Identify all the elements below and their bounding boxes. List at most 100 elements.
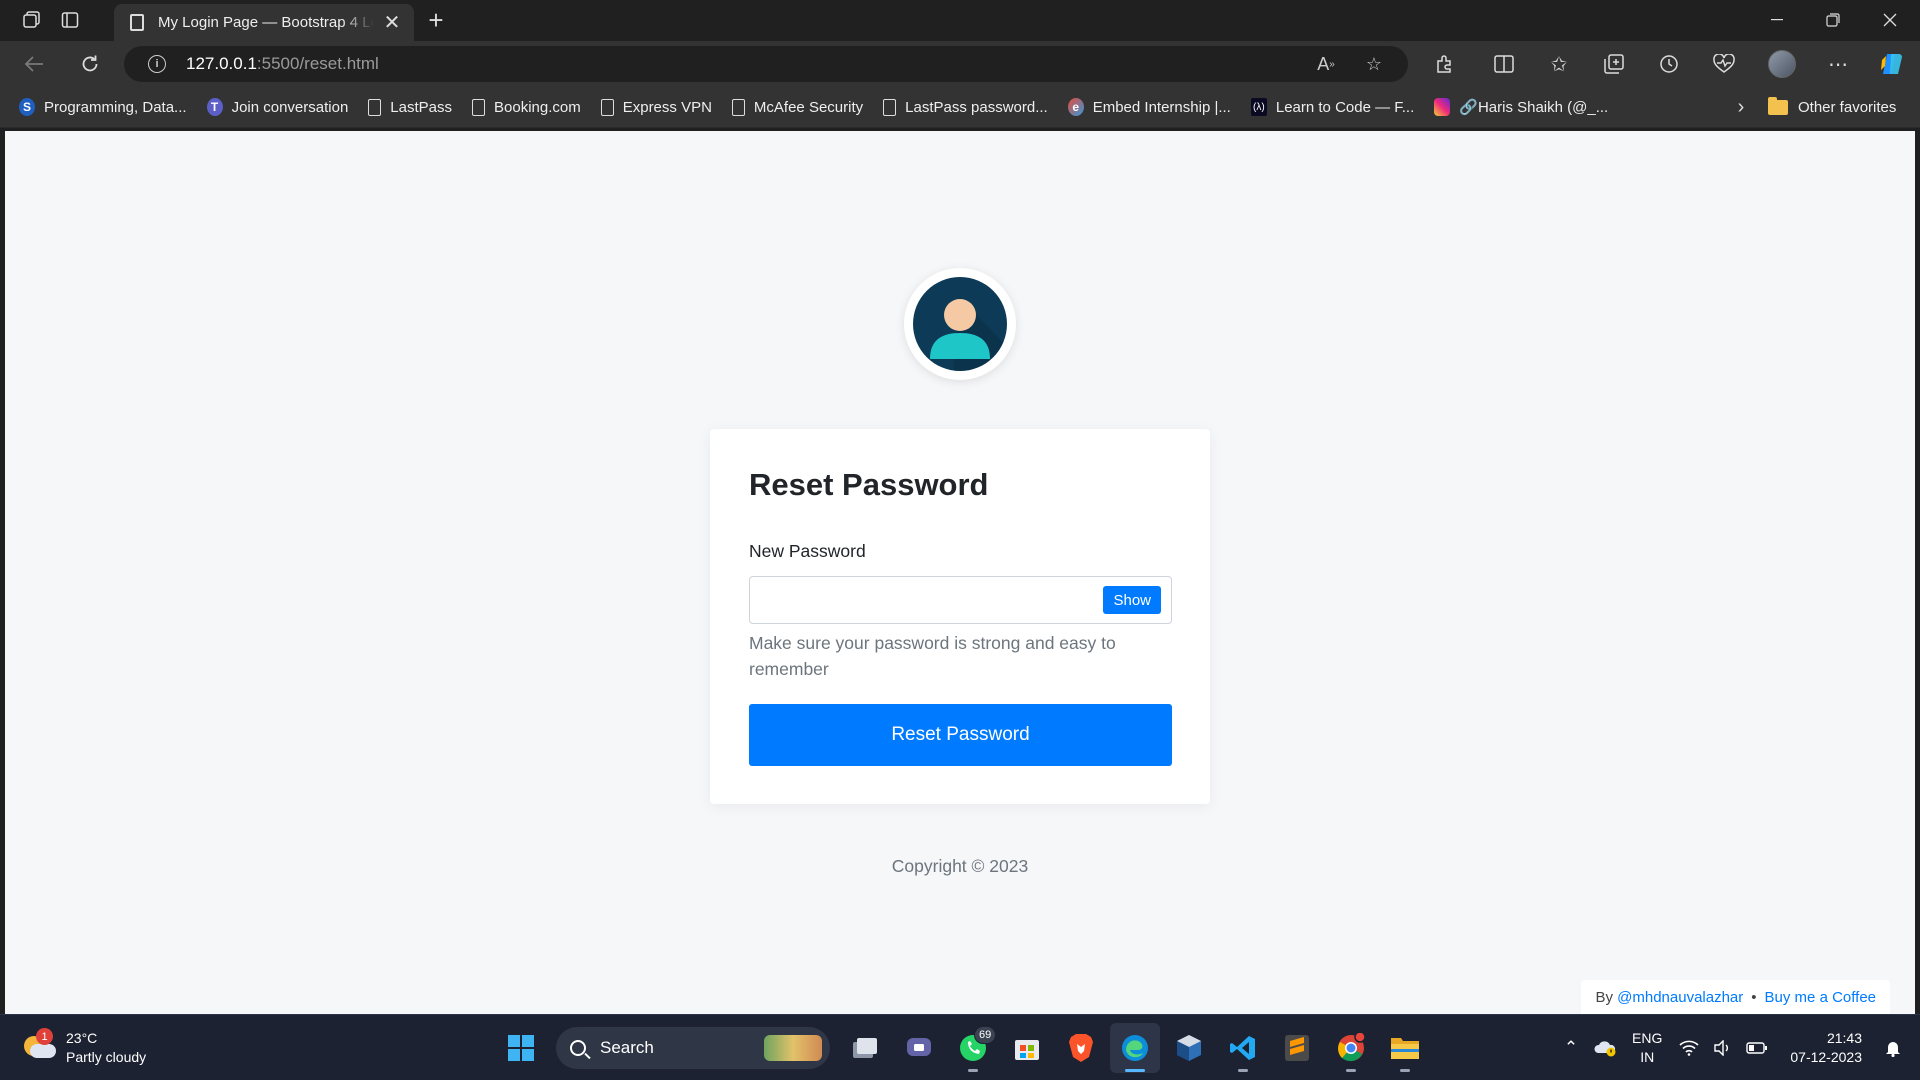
battery-icon[interactable] (1740, 1028, 1774, 1068)
search-label: Search (600, 1038, 654, 1057)
favorite-item[interactable]: Booking.com (464, 92, 589, 122)
chevron-right-icon[interactable]: › (1726, 92, 1756, 122)
favorite-item[interactable]: T Join conversation (199, 92, 357, 122)
wifi-icon[interactable] (1672, 1028, 1706, 1068)
cube-app-icon (1177, 1035, 1201, 1061)
extensions-icon[interactable] (1426, 48, 1462, 80)
site-info-icon[interactable]: i (148, 55, 166, 73)
read-aloud-icon[interactable]: A» (1302, 48, 1350, 80)
taskbar-search[interactable]: Search (556, 1027, 830, 1069)
close-window-button[interactable] (1862, 0, 1918, 40)
taskbar-apps: Search 69 (494, 1023, 1432, 1073)
favorite-item[interactable]: S Programming, Data... (11, 92, 195, 122)
minimize-button[interactable] (1749, 0, 1805, 40)
workspaces-icon[interactable] (12, 4, 52, 36)
teams-chat-app[interactable] (894, 1023, 944, 1073)
split-screen-icon[interactable] (1486, 48, 1522, 80)
file-explorer-icon (1391, 1038, 1419, 1059)
copilot-icon[interactable] (1874, 48, 1910, 80)
avatar (904, 268, 1016, 380)
browser-essentials-icon[interactable] (1706, 48, 1742, 80)
time: 21:43 (1826, 1030, 1862, 1046)
whatsapp-badge: 69 (974, 1026, 997, 1044)
page-icon (472, 98, 485, 116)
tab-actions-icon[interactable] (50, 4, 90, 36)
page-icon (368, 98, 382, 116)
author-link[interactable]: @mhdnauvalazhar (1617, 989, 1743, 1006)
favorite-item[interactable]: Express VPN (593, 92, 720, 122)
folder-icon (1768, 96, 1788, 115)
input-language[interactable]: ENG IN (1632, 1029, 1662, 1067)
reset-password-button[interactable]: Reset Password (749, 704, 1172, 766)
credit-separator: • (1751, 988, 1757, 1006)
notification-bell-icon[interactable] (1876, 1028, 1910, 1068)
language-code: ENG (1632, 1030, 1663, 1046)
favorite-item[interactable]: (λ) Learn to Code — F... (1243, 92, 1422, 122)
sublime-app[interactable] (1272, 1023, 1322, 1073)
favorite-item[interactable]: LastPass password... (875, 92, 1056, 122)
close-tab-icon[interactable]: ✕ (380, 11, 404, 35)
edge-icon (1122, 1035, 1148, 1061)
page-icon (600, 98, 614, 116)
weather-widget[interactable]: 1 23°C Partly cloudy (22, 1028, 147, 1067)
refresh-icon[interactable] (72, 48, 108, 80)
page-viewport: Reset Password New Password Show Make su… (5, 131, 1915, 1014)
new-password-group: Show (749, 576, 1172, 624)
chrome-icon (1338, 1033, 1366, 1062)
freecodecamp-icon: (λ) (1250, 98, 1267, 116)
windows-taskbar: 1 23°C Partly cloudy Search 69 ⌃ ENG IN … (0, 1014, 1920, 1080)
credit-by: By (1595, 988, 1613, 1006)
sublime-text-icon (1285, 1035, 1309, 1061)
favorite-item[interactable]: e Embed Internship |... (1060, 92, 1239, 122)
file-explorer-app[interactable] (1380, 1023, 1430, 1073)
weather-description: Partly cloudy (66, 1049, 147, 1065)
search-highlight-image (764, 1035, 822, 1061)
collections-icon[interactable] (1596, 48, 1632, 80)
embed-icon: e (1067, 98, 1084, 116)
favorite-item[interactable]: LastPass (360, 92, 460, 122)
address-bar[interactable]: i 127.0.0.1:5500/reset.html A» ☆ (124, 46, 1408, 82)
history-icon[interactable] (1651, 48, 1687, 80)
favorite-item[interactable]: McAfee Security (724, 92, 871, 122)
chevron-up-icon[interactable]: ⌃ (1554, 1028, 1588, 1068)
favorite-item[interactable]: 🔗Haris Shaikh (@_... (1426, 92, 1616, 122)
url-text[interactable]: 127.0.0.1:5500/reset.html (186, 54, 379, 74)
edge-app[interactable] (1110, 1023, 1160, 1073)
tab-title: My Login Page — Bootstrap 4 Login Page S… (158, 14, 374, 31)
volume-icon[interactable] (1706, 1028, 1740, 1068)
page-icon (883, 98, 897, 116)
vscode-icon (1230, 1036, 1255, 1060)
copyright-text: Copyright © 2023 (891, 856, 1029, 876)
restore-button[interactable] (1805, 0, 1861, 40)
new-tab-button[interactable]: + (420, 4, 452, 36)
favorites-icon[interactable]: ✩ (1541, 48, 1577, 80)
new-password-label: New Password (749, 541, 866, 561)
task-view-button[interactable] (840, 1023, 890, 1073)
more-options-icon[interactable]: ⋯ (1820, 48, 1856, 80)
system-tray: ⌃ ENG IN 21:43 07-12-2023 (1554, 1015, 1920, 1080)
task-view-icon (853, 1038, 877, 1058)
s-logo-icon: S (19, 98, 35, 116)
add-favorite-icon[interactable]: ☆ (1350, 48, 1398, 80)
other-favorites[interactable]: Other favorites (1768, 92, 1896, 122)
virtualbox-app[interactable] (1164, 1023, 1214, 1073)
clock[interactable]: 21:43 07-12-2023 (1790, 1029, 1862, 1067)
partly-cloudy-icon: 1 (22, 1028, 56, 1062)
windows-logo-icon (508, 1035, 534, 1061)
start-button[interactable] (496, 1023, 546, 1073)
onedrive-icon[interactable] (1588, 1028, 1622, 1068)
tab-active[interactable]: My Login Page — Bootstrap 4 Login Page S… (114, 4, 414, 41)
ms-store-app[interactable] (1002, 1023, 1052, 1073)
favorites-bar: S Programming, Data... T Join conversati… (0, 87, 1920, 128)
brave-app[interactable] (1056, 1023, 1106, 1073)
whatsapp-app[interactable]: 69 (948, 1023, 998, 1073)
buy-coffee-link[interactable]: Buy me a Coffee (1765, 989, 1876, 1006)
back-icon[interactable] (16, 48, 52, 80)
vscode-app[interactable] (1218, 1023, 1268, 1073)
store-icon (1015, 1040, 1039, 1060)
date: 07-12-2023 (1790, 1049, 1862, 1065)
show-password-button[interactable]: Show (1103, 586, 1161, 614)
chrome-app[interactable] (1326, 1023, 1376, 1073)
credit-footer: By @mhdnauvalazhar • Buy me a Coffee (1581, 980, 1890, 1014)
profile-avatar[interactable] (1764, 48, 1800, 80)
